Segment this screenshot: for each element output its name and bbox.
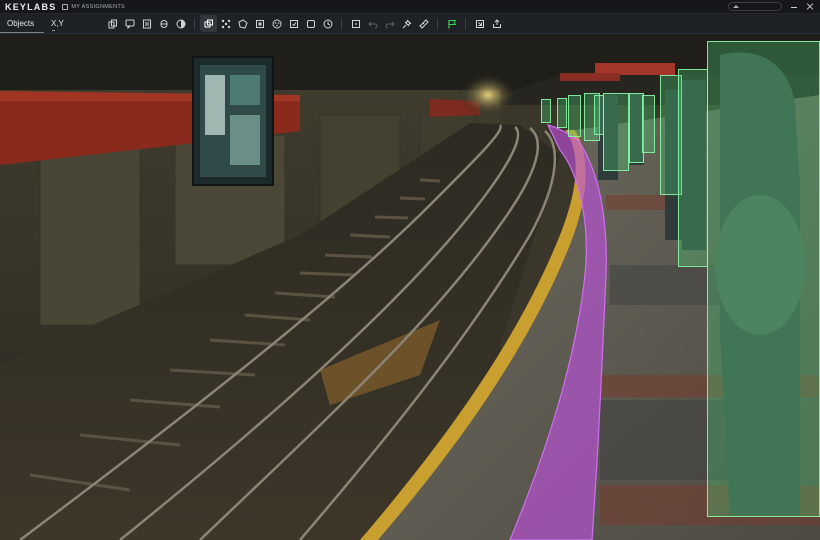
polygon-icon[interactable]	[234, 15, 251, 32]
measure-icon[interactable]	[415, 15, 432, 32]
frame-icon[interactable]	[302, 15, 319, 32]
assignments-icon	[62, 3, 69, 10]
layers-icon[interactable]	[200, 15, 217, 32]
minimize-icon[interactable]	[790, 3, 798, 11]
comment-icon[interactable]	[121, 15, 138, 32]
select-icon[interactable]	[347, 15, 364, 32]
brush-icon[interactable]	[251, 15, 268, 32]
toolbar-divider	[194, 17, 195, 30]
history-icon[interactable]	[319, 15, 336, 32]
person-bbox[interactable]	[642, 95, 655, 153]
tab-xy[interactable]: X,Y	[44, 14, 74, 33]
redo-icon[interactable]	[381, 15, 398, 32]
export-icon[interactable]	[471, 15, 488, 32]
copy-icon[interactable]	[104, 15, 121, 32]
top-bar: KEYLABS MY ASSIGNMENTS	[0, 0, 820, 14]
flag-icon[interactable]	[443, 15, 460, 32]
share-icon[interactable]	[488, 15, 505, 32]
group-icon[interactable]	[268, 15, 285, 32]
person-bbox[interactable]	[603, 93, 629, 171]
toolbar-divider	[465, 17, 466, 30]
undo-icon[interactable]	[364, 15, 381, 32]
pin-icon[interactable]	[398, 15, 415, 32]
person-bbox[interactable]	[541, 99, 551, 123]
person-bbox[interactable]	[678, 69, 708, 267]
cuboid-icon[interactable]	[285, 15, 302, 32]
user-menu[interactable]	[728, 2, 782, 11]
toolbar-divider	[437, 17, 438, 30]
my-assignments-label: MY ASSIGNMENTS	[71, 3, 126, 10]
attribute-icon[interactable]	[155, 15, 172, 32]
my-assignments-link[interactable]: MY ASSIGNMENTS	[62, 3, 126, 10]
speaker-icon	[733, 5, 739, 8]
app-logo: KEYLABS	[5, 1, 57, 12]
toolbar-divider	[341, 17, 342, 30]
person-bbox[interactable]	[594, 95, 604, 135]
annotation-toolbar: Objects X,Y	[0, 14, 820, 34]
tab-objects[interactable]: Objects	[0, 14, 44, 33]
person-bbox[interactable]	[557, 98, 567, 128]
contrast-icon[interactable]	[172, 15, 189, 32]
close-icon[interactable]	[806, 3, 814, 11]
person-bbox[interactable]	[568, 95, 581, 137]
person-bbox[interactable]	[707, 41, 820, 517]
move-points-icon[interactable]	[217, 15, 234, 32]
image-canvas[interactable]	[0, 35, 820, 540]
notes-icon[interactable]	[138, 15, 155, 32]
